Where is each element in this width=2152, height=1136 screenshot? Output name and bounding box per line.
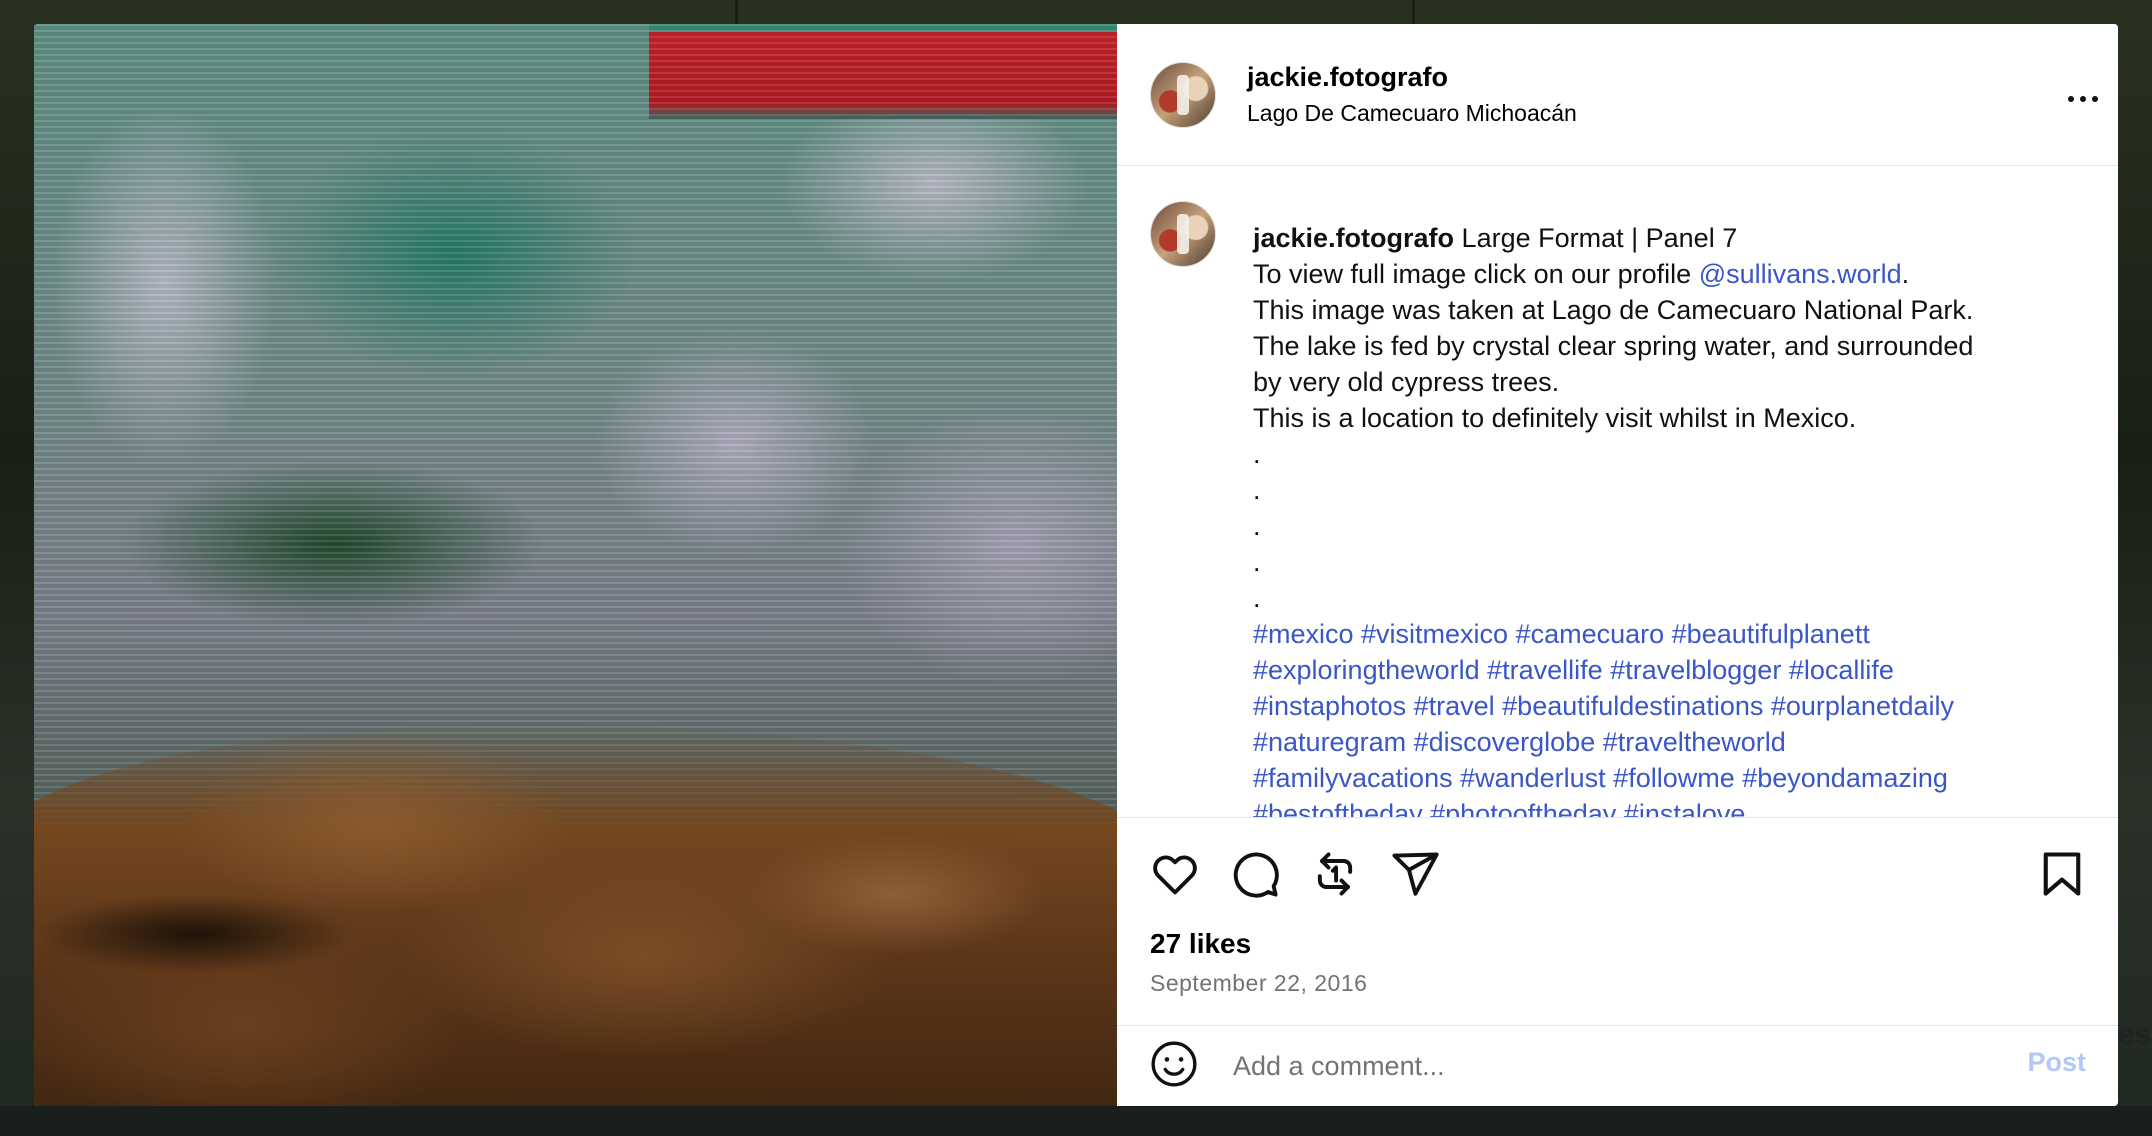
author-username[interactable]: jackie.fotografo <box>1247 62 1448 93</box>
hashtag-line[interactable]: #naturegram #discoverglobe #travelthewor… <box>1253 724 2073 760</box>
author-avatar[interactable] <box>1150 62 1216 128</box>
post-modal: jackie.fotografo Lago De Camecuaro Micho… <box>34 24 2118 1106</box>
caption-avatar[interactable] <box>1150 201 1216 267</box>
photo-shadow <box>34 894 354 974</box>
post-side-panel: jackie.fotografo Lago De Camecuaro Micho… <box>1117 24 2118 1106</box>
post-comment-button[interactable]: Post <box>2027 1047 2086 1078</box>
post-photo[interactable] <box>34 24 1117 1106</box>
post-header: jackie.fotografo Lago De Camecuaro Micho… <box>1117 24 2118 166</box>
caption-dot: . <box>1253 583 1261 613</box>
emoji-icon[interactable] <box>1149 1039 1199 1089</box>
caption-dot: . <box>1253 511 1261 541</box>
caption-text: jackie.fotografo Large Format | Panel 7 … <box>1253 220 2073 817</box>
caption-dot: . <box>1253 475 1261 505</box>
hashtag-line[interactable]: #mexico #visitmexico #camecuaro #beautif… <box>1253 616 2073 652</box>
caption-dot: . <box>1253 547 1261 577</box>
comment-bar: Post <box>1117 1025 2118 1106</box>
comment-input[interactable] <box>1231 1047 1955 1085</box>
caption-section[interactable]: jackie.fotografo Large Format | Panel 7 … <box>1117 165 2118 817</box>
hashtag-line[interactable]: #instaphotos #travel #beautifuldestinati… <box>1253 688 2073 724</box>
caption-line: This is a location to definitely visit w… <box>1253 403 1857 433</box>
likes-count[interactable]: 27 likes <box>1150 928 1251 960</box>
comment-icon[interactable] <box>1229 848 1281 900</box>
caption-username[interactable]: jackie.fotografo <box>1253 223 1454 253</box>
more-options-icon[interactable] <box>2068 96 2098 102</box>
caption-title-line: jackie.fotografo Large Format | Panel 7 <box>1253 220 2073 256</box>
mention-link[interactable]: @sullivans.world <box>1699 259 1902 289</box>
hashtag-line[interactable]: #bestoftheday #photooftheday #instalove <box>1253 796 2073 817</box>
repost-icon[interactable] <box>1309 848 1361 900</box>
background-partial-text: es <box>2118 1018 2152 1051</box>
bookmark-icon[interactable] <box>2036 848 2088 900</box>
heart-icon[interactable] <box>1149 848 1201 900</box>
caption-line: To view full image click on our profile … <box>1253 256 2073 292</box>
caption-line: The lake is fed by crystal clear spring … <box>1253 331 1974 361</box>
caption-title: Large Format | Panel 7 <box>1454 223 1738 253</box>
caption-fragment: . <box>1901 259 1910 289</box>
share-icon[interactable] <box>1389 848 1441 900</box>
caption-line: by very old cypress trees. <box>1253 367 1560 397</box>
hashtag-line[interactable]: #exploringtheworld #travellife #travelbl… <box>1253 652 2073 688</box>
hashtag-line[interactable]: #familyvacations #wanderlust #followme #… <box>1253 760 2073 796</box>
caption-line: This image was taken at Lago de Camecuar… <box>1253 295 1974 325</box>
post-location[interactable]: Lago De Camecuaro Michoacán <box>1247 100 1577 127</box>
action-bar: 27 likes September 22, 2016 <box>1117 817 2118 1026</box>
caption-fragment: To view full image click on our profile <box>1253 259 1699 289</box>
post-date: September 22, 2016 <box>1150 970 1368 996</box>
caption-dot: . <box>1253 439 1261 469</box>
